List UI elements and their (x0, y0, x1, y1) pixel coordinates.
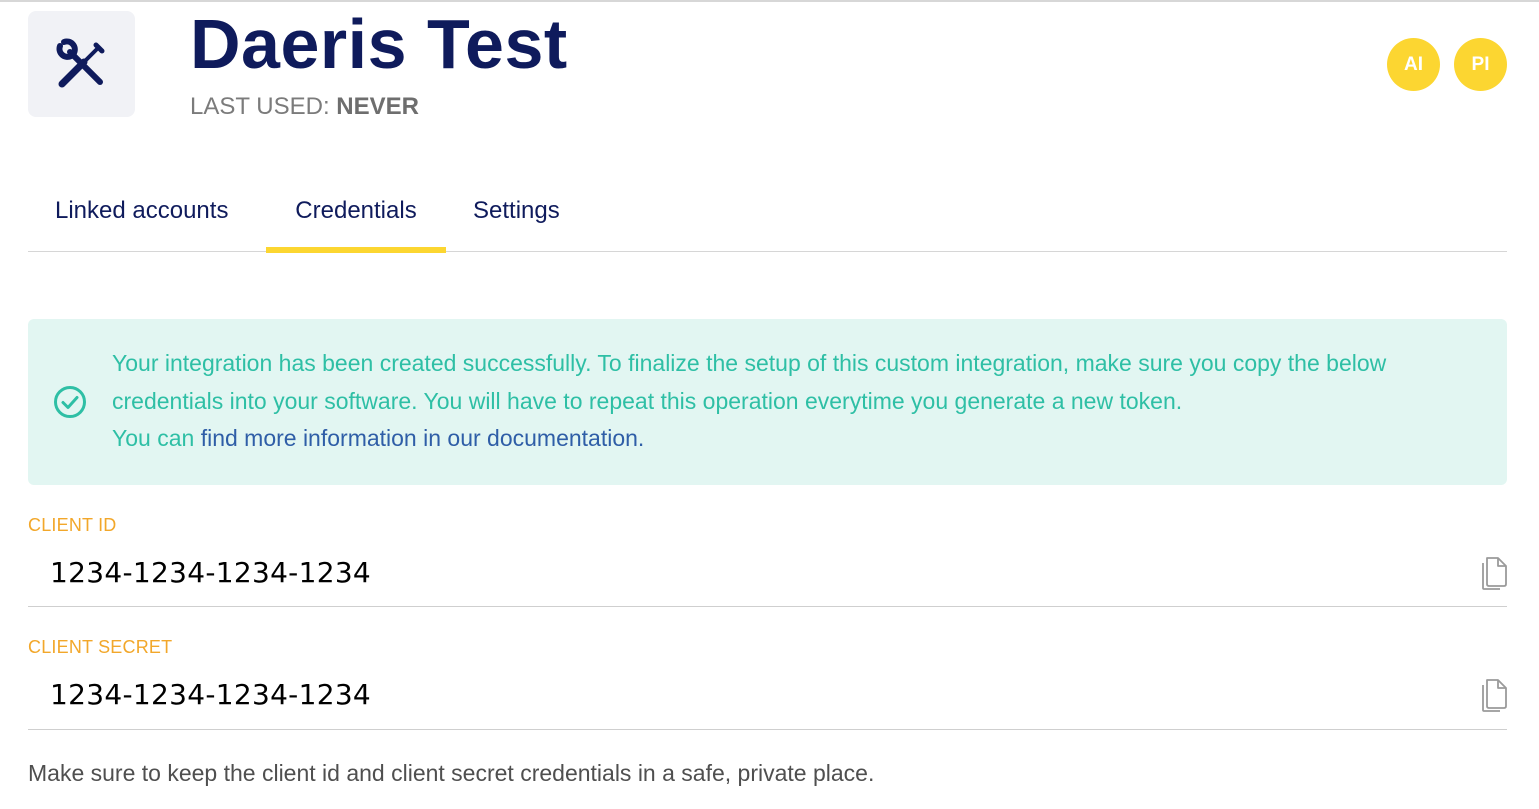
client-id-value: 1234-1234-1234-1234 (50, 556, 372, 589)
avatar[interactable]: AI (1387, 38, 1440, 91)
tab-bar: Linked accounts Credentials Settings (28, 188, 1507, 253)
avatar[interactable]: PI (1454, 38, 1507, 91)
copy-icon[interactable] (1478, 674, 1510, 712)
security-note: Make sure to keep the client id and clie… (28, 760, 875, 786)
last-used-label: LAST USED: (190, 93, 330, 120)
client-secret-label: CLIENT SECRET (28, 637, 173, 657)
tab-settings[interactable]: Settings (473, 188, 560, 252)
app-icon (28, 11, 135, 117)
check-circle-icon (54, 386, 86, 418)
alert-text-main: Your integration has been created succes… (112, 350, 1387, 414)
alert-message: Your integration has been created succes… (112, 345, 1432, 458)
success-alert: Your integration has been created succes… (28, 319, 1507, 485)
documentation-link[interactable]: find more information in our documentati… (201, 425, 645, 451)
client-secret-value: 1234-1234-1234-1234 (50, 678, 372, 711)
last-used: LAST USED: NEVER (190, 92, 419, 122)
alert-text-prefix: You can (112, 425, 201, 451)
last-used-value: NEVER (336, 93, 419, 120)
copy-icon[interactable] (1478, 552, 1510, 590)
page-title: Daeris Test (190, 5, 568, 83)
tools-icon (56, 38, 104, 88)
client-id-label: CLIENT ID (28, 515, 117, 535)
divider (28, 729, 1507, 730)
tab-linked-accounts[interactable]: Linked accounts (55, 188, 228, 252)
tab-credentials[interactable]: Credentials (266, 188, 446, 253)
divider (28, 606, 1507, 607)
